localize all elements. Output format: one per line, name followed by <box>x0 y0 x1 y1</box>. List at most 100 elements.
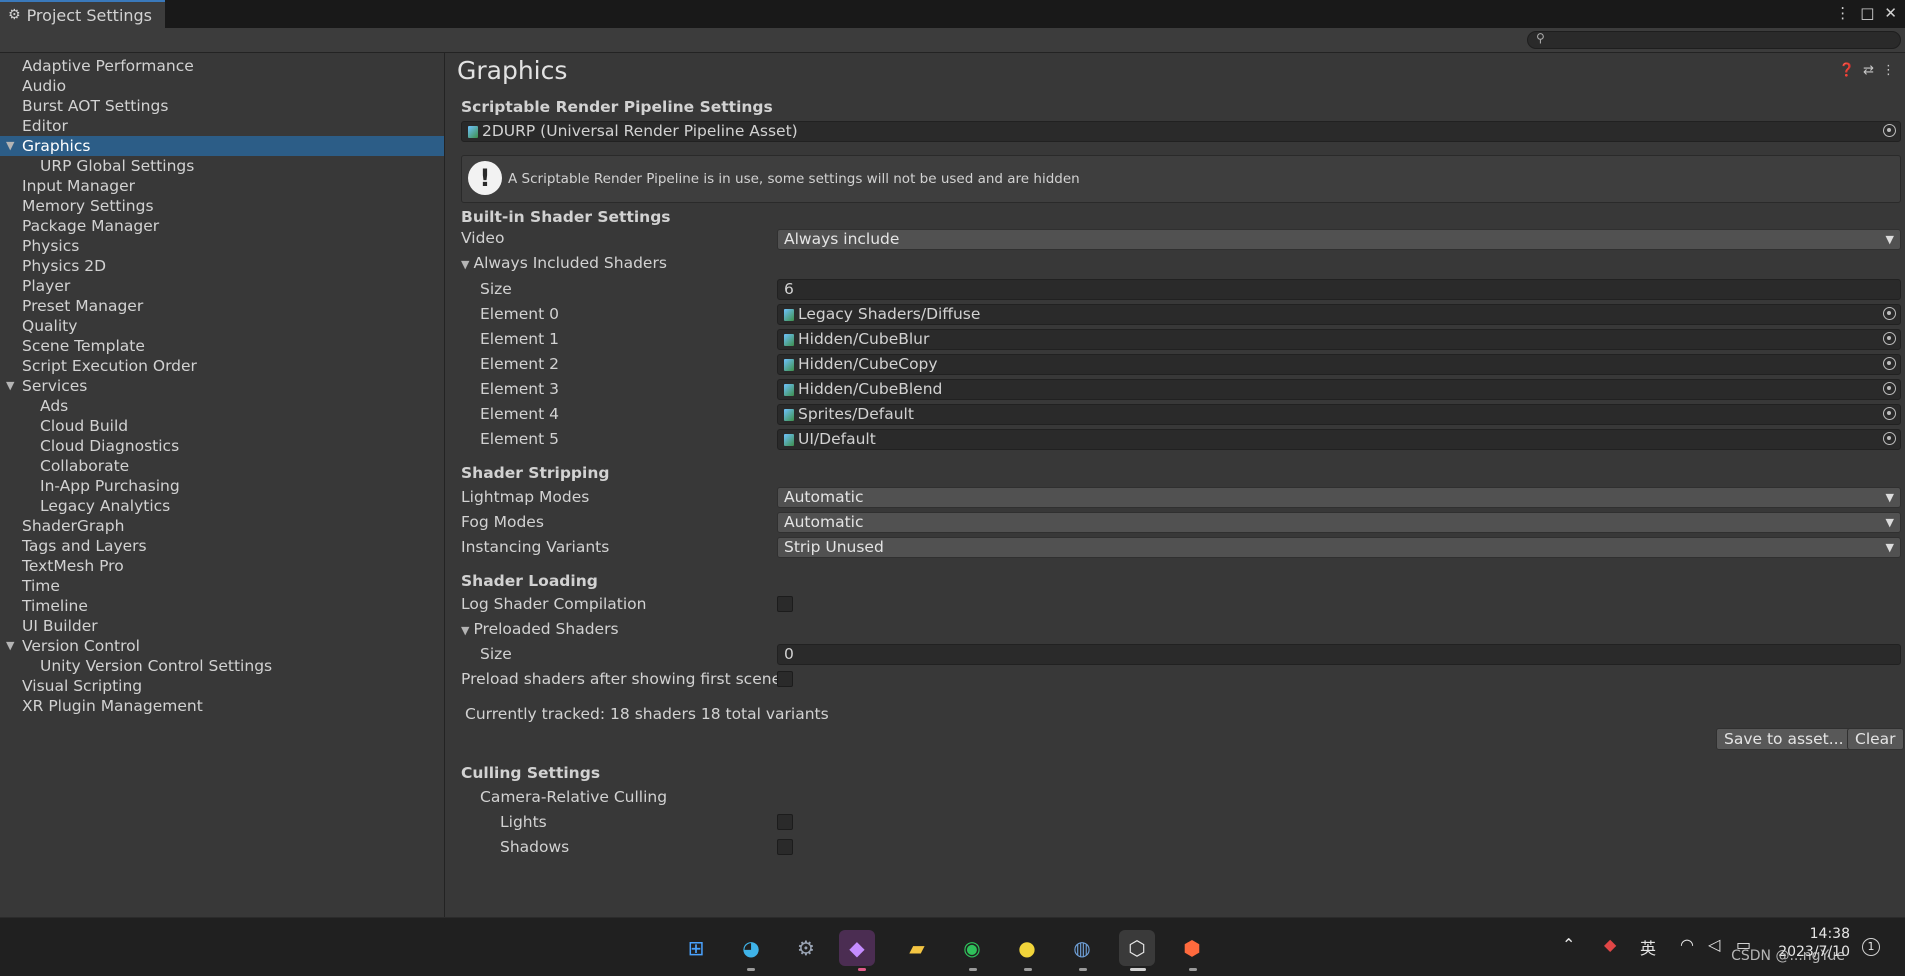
sidebar-item-physics-2d[interactable]: Physics 2D <box>0 256 444 276</box>
sidebar-item-tags-and-layers[interactable]: Tags and Layers <box>0 536 444 556</box>
volume-icon[interactable]: ◁ <box>1708 935 1720 954</box>
sidebar-item-physics[interactable]: Physics <box>0 236 444 256</box>
shader-object-field[interactable]: UI/Default <box>777 429 1901 450</box>
shadows-checkbox[interactable] <box>777 839 793 855</box>
sidebar-item-unity-version-control-settings[interactable]: Unity Version Control Settings <box>0 656 444 676</box>
sidebar-item-ui-builder[interactable]: UI Builder <box>0 616 444 636</box>
start-icon[interactable]: ⊞ <box>678 930 714 966</box>
sidebar-item-adaptive-performance[interactable]: Adaptive Performance <box>0 56 444 76</box>
object-picker-icon[interactable] <box>1883 332 1896 345</box>
sidebar-item-in-app-purchasing[interactable]: In-App Purchasing <box>0 476 444 496</box>
edge-icon[interactable]: ◕ <box>733 930 769 966</box>
object-picker-icon[interactable] <box>1883 307 1896 320</box>
foldout-triangle-icon[interactable]: ▼ <box>6 136 14 156</box>
more-options-icon[interactable]: ⋮ <box>1835 4 1850 22</box>
sidebar-item-services[interactable]: ▼ Services <box>0 376 444 396</box>
sidebar-item-editor[interactable]: Editor <box>0 116 444 136</box>
shader-object-value: Hidden/CubeBlur <box>798 330 930 348</box>
study-app-icon[interactable]: ◍ <box>1064 930 1100 966</box>
sidebar-item-audio[interactable]: Audio <box>0 76 444 96</box>
music-player-icon[interactable]: ● <box>1009 930 1045 966</box>
sidebar-item-timeline[interactable]: Timeline <box>0 596 444 616</box>
notification-badge[interactable]: 1 <box>1862 938 1880 956</box>
search-input[interactable]: ⚲ <box>1527 31 1901 49</box>
instancing-variants-value: Strip Unused <box>784 538 884 556</box>
element-label: Element 1 <box>480 330 559 348</box>
object-picker-icon[interactable] <box>1883 357 1896 370</box>
shader-size-field[interactable]: 6 <box>777 279 1901 300</box>
wifi-icon[interactable]: ◠ <box>1680 935 1694 954</box>
ime-indicator[interactable]: 英 <box>1640 935 1656 959</box>
preset-icon[interactable]: ⇄ <box>1863 63 1874 78</box>
foldout-triangle-icon: ▼ <box>461 624 470 637</box>
chevron-up-icon[interactable]: ⌃ <box>1562 935 1575 954</box>
shader-object-field[interactable]: Hidden/CubeBlend <box>777 379 1901 400</box>
sidebar-item-label: Input Manager <box>22 177 136 195</box>
file-explorer-icon[interactable]: ▰ <box>899 930 935 966</box>
maximize-icon[interactable]: □ <box>1860 4 1874 22</box>
shader-object-field[interactable]: Hidden/CubeCopy <box>777 354 1901 375</box>
object-picker-icon[interactable] <box>1883 382 1896 395</box>
preloaded-shaders-foldout[interactable]: ▼ Preloaded Shaders <box>461 620 619 638</box>
more-options-icon[interactable]: ⋮ <box>1882 63 1895 78</box>
shader-size-value: 6 <box>784 280 794 298</box>
preload-after-first-scene-checkbox[interactable] <box>777 671 793 687</box>
lights-checkbox[interactable] <box>777 814 793 830</box>
sidebar-item-player[interactable]: Player <box>0 276 444 296</box>
log-shader-compilation-checkbox[interactable] <box>777 596 793 612</box>
srp-asset-field[interactable]: 2DURP (Universal Render Pipeline Asset) <box>461 121 1901 142</box>
sidebar-item-input-manager[interactable]: Input Manager <box>0 176 444 196</box>
sidebar-item-cloud-diagnostics[interactable]: Cloud Diagnostics <box>0 436 444 456</box>
object-picker-icon[interactable] <box>1883 124 1896 137</box>
visual-studio-icon[interactable]: ◆ <box>839 930 875 966</box>
lightmap-modes-dropdown[interactable]: Automatic ▼ <box>777 487 1901 508</box>
sidebar-item-label: Ads <box>40 397 69 415</box>
shader-object-field[interactable]: Legacy Shaders/Diffuse <box>777 304 1901 325</box>
instancing-variants-dropdown[interactable]: Strip Unused ▼ <box>777 537 1901 558</box>
sidebar-item-version-control[interactable]: ▼ Version Control <box>0 636 444 656</box>
sidebar-item-scene-template[interactable]: Scene Template <box>0 336 444 356</box>
sidebar-item-collaborate[interactable]: Collaborate <box>0 456 444 476</box>
sidebar-item-time[interactable]: Time <box>0 576 444 596</box>
sidebar-item-cloud-build[interactable]: Cloud Build <box>0 416 444 436</box>
tray-app-icon[interactable]: ◆ <box>1604 935 1616 954</box>
foldout-triangle-icon[interactable]: ▼ <box>6 636 14 656</box>
sidebar-item-label: UI Builder <box>22 617 98 635</box>
close-icon[interactable]: ✕ <box>1884 4 1897 22</box>
settings-icon[interactable]: ⚙ <box>788 930 824 966</box>
sidebar-item-label: URP Global Settings <box>40 157 195 175</box>
wechat-icon[interactable]: ◉ <box>954 930 990 966</box>
sidebar-item-ads[interactable]: Ads <box>0 396 444 416</box>
sidebar-item-textmesh-pro[interactable]: TextMesh Pro <box>0 556 444 576</box>
sidebar-item-legacy-analytics[interactable]: Legacy Analytics <box>0 496 444 516</box>
help-icon[interactable]: ❓ <box>1839 63 1855 78</box>
foldout-triangle-icon[interactable]: ▼ <box>6 376 14 396</box>
video-dropdown[interactable]: Always include ▼ <box>777 229 1901 250</box>
sidebar-item-urp-global-settings[interactable]: URP Global Settings <box>0 156 444 176</box>
preloaded-size-field[interactable]: 0 <box>777 644 1901 665</box>
sidebar-item-shadergraph[interactable]: ShaderGraph <box>0 516 444 536</box>
unity-icon[interactable]: ⬡ <box>1119 930 1155 966</box>
shader-object-field[interactable]: Hidden/CubeBlur <box>777 329 1901 350</box>
unity-hub-icon[interactable]: ⬢ <box>1174 930 1210 966</box>
save-to-asset-button[interactable]: Save to asset... <box>1716 728 1852 750</box>
tab-project-settings[interactable]: ⚙ Project Settings <box>0 0 165 28</box>
always-included-foldout[interactable]: ▼ Always Included Shaders <box>461 254 667 272</box>
shader-object-field[interactable]: Sprites/Default <box>777 404 1901 425</box>
object-picker-icon[interactable] <box>1883 432 1896 445</box>
sidebar-item-burst-aot-settings[interactable]: Burst AOT Settings <box>0 96 444 116</box>
sidebar-item-memory-settings[interactable]: Memory Settings <box>0 196 444 216</box>
object-picker-icon[interactable] <box>1883 407 1896 420</box>
sidebar-item-script-execution-order[interactable]: Script Execution Order <box>0 356 444 376</box>
sidebar-item-label: Cloud Diagnostics <box>40 437 180 455</box>
settings-toolbar: ⚲ <box>0 28 1905 53</box>
sidebar-item-graphics[interactable]: ▼ Graphics <box>0 136 444 156</box>
sidebar-item-quality[interactable]: Quality <box>0 316 444 336</box>
running-indicator <box>969 968 977 971</box>
clear-button[interactable]: Clear <box>1847 728 1904 750</box>
sidebar-item-visual-scripting[interactable]: Visual Scripting <box>0 676 444 696</box>
sidebar-item-package-manager[interactable]: Package Manager <box>0 216 444 236</box>
sidebar-item-preset-manager[interactable]: Preset Manager <box>0 296 444 316</box>
fog-modes-dropdown[interactable]: Automatic ▼ <box>777 512 1901 533</box>
sidebar-item-xr-plugin-management[interactable]: XR Plugin Management <box>0 696 444 716</box>
